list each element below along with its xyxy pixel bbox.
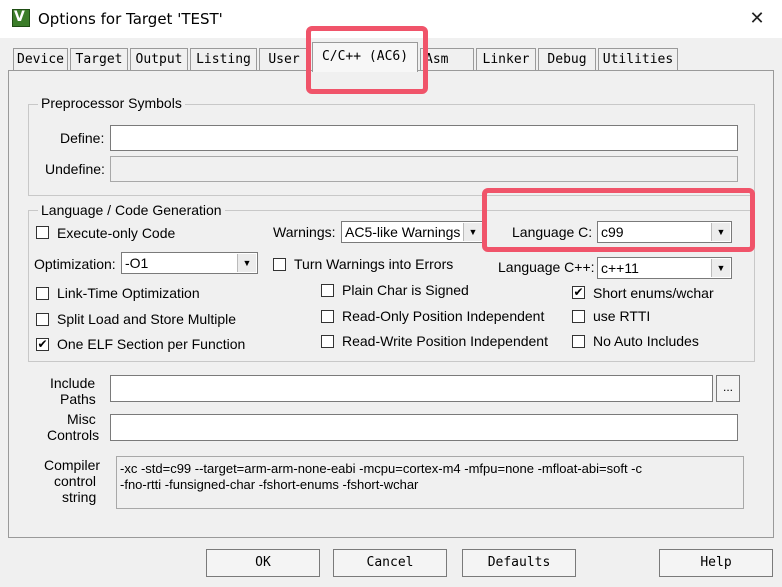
one-elf-checkbox[interactable]: ✔: [36, 338, 49, 351]
close-icon[interactable]: ✕: [744, 8, 770, 30]
include-label-line1: Include: [50, 375, 96, 391]
turn-warnings-label: Turn Warnings into Errors: [294, 256, 454, 272]
tab-debug[interactable]: Debug: [538, 48, 596, 70]
language-cpp-select[interactable]: c++11 ▼: [597, 257, 732, 279]
plain-char-checkbox[interactable]: [321, 284, 334, 297]
tab-listing[interactable]: Listing: [190, 48, 257, 70]
include-label-line2: Paths: [60, 391, 96, 407]
window-title: Options for Target 'TEST': [38, 10, 223, 28]
execute-only-checkbox[interactable]: [36, 226, 49, 239]
short-enums-label: Short enums/wchar: [593, 285, 714, 301]
use-rtti-label: use RTTI: [593, 308, 651, 324]
compiler-label-line3: string: [62, 489, 97, 505]
misc-label-line1: Misc: [67, 411, 96, 427]
language-cpp-label: Language C++:: [498, 259, 595, 275]
optimization-value: -O1: [125, 255, 149, 271]
undefine-input[interactable]: [110, 156, 738, 182]
help-button[interactable]: Help: [659, 549, 773, 577]
rwpi-label: Read-Write Position Independent: [342, 333, 548, 349]
compiler-label-line2: control: [54, 473, 97, 489]
execute-only-label: Execute-only Code: [57, 225, 176, 241]
link-time-label: Link-Time Optimization: [57, 285, 200, 301]
checkmark-icon: ✔: [37, 337, 48, 351]
use-rtti-checkbox[interactable]: [572, 310, 585, 323]
ropi-label: Read-Only Position Independent: [342, 308, 545, 324]
misc-label-line2: Controls: [47, 427, 100, 443]
cancel-button[interactable]: Cancel: [333, 549, 447, 577]
plain-char-label: Plain Char is Signed: [342, 282, 469, 298]
compiler-control-string-text: -xc -std=c99 --target=arm-arm-none-eabi …: [120, 461, 642, 492]
define-input[interactable]: [110, 125, 738, 151]
no-auto-includes-checkbox[interactable]: [572, 335, 585, 348]
compiler-label-line1: Compiler: [44, 457, 101, 473]
tab-linker[interactable]: Linker: [476, 48, 536, 70]
optimization-select[interactable]: -O1 ▼: [121, 252, 258, 274]
language-cpp-value: c++11: [601, 260, 639, 276]
app-icon: V: [12, 9, 30, 27]
tab-asm[interactable]: Asm: [420, 48, 474, 70]
tab-highlight-annotation: [306, 26, 428, 94]
short-enums-checkbox[interactable]: ✔: [572, 286, 585, 299]
ropi-checkbox[interactable]: [321, 310, 334, 323]
undefine-label: Undefine:: [45, 161, 105, 177]
include-paths-input[interactable]: [110, 375, 713, 402]
chevron-down-icon[interactable]: ▼: [463, 223, 482, 241]
language-c-highlight-annotation: [482, 188, 755, 252]
link-time-checkbox[interactable]: [36, 287, 49, 300]
defaults-button[interactable]: Defaults: [462, 549, 576, 577]
checkmark-icon: ✔: [573, 285, 584, 299]
tab-user[interactable]: User: [259, 48, 309, 70]
split-load-label: Split Load and Store Multiple: [57, 311, 236, 327]
tab-utilities[interactable]: Utilities: [598, 48, 678, 70]
split-load-checkbox[interactable]: [36, 313, 49, 326]
optimization-label: Optimization:: [34, 256, 116, 272]
chevron-down-icon[interactable]: ▼: [711, 259, 730, 277]
app-icon-glyph: V: [14, 9, 25, 25]
compiler-control-string: -xc -std=c99 --target=arm-arm-none-eabi …: [116, 456, 744, 509]
tab-device[interactable]: Device: [13, 48, 68, 70]
browse-button[interactable]: ...: [716, 375, 740, 402]
turn-warnings-checkbox[interactable]: [273, 258, 286, 271]
rwpi-checkbox[interactable]: [321, 335, 334, 348]
one-elf-label: One ELF Section per Function: [57, 336, 246, 352]
ok-button[interactable]: OK: [206, 549, 320, 577]
define-label: Define:: [60, 130, 105, 146]
tab-target[interactable]: Target: [70, 48, 128, 70]
warnings-label: Warnings:: [273, 224, 336, 240]
chevron-down-icon[interactable]: ▼: [237, 254, 256, 272]
no-auto-includes-label: No Auto Includes: [593, 333, 699, 349]
codegen-group-label: Language / Code Generation: [38, 202, 225, 218]
warnings-select[interactable]: AC5-like Warnings ▼: [341, 221, 484, 243]
preprocessor-group-label: Preprocessor Symbols: [38, 95, 185, 111]
tab-output[interactable]: Output: [130, 48, 188, 70]
warnings-value: AC5-like Warnings: [345, 224, 461, 240]
misc-controls-input[interactable]: [110, 414, 738, 441]
